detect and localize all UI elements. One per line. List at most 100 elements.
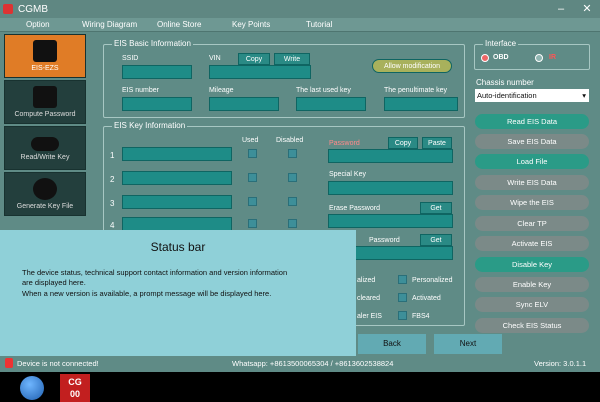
last-used-key-field[interactable] [296, 97, 366, 111]
key-1-used-checkbox[interactable] [248, 149, 257, 158]
car-key-icon [31, 137, 59, 151]
sidebar-item-label: Read/Write Key [20, 154, 70, 161]
obd-radio[interactable] [481, 54, 489, 62]
eis-basic-group: EIS Basic Information SSID VIN Copy Writ… [103, 39, 465, 118]
key-2-disabled-checkbox[interactable] [288, 173, 297, 182]
sidebar-item-label: EIS-EZS [31, 65, 59, 72]
initialized-label: alized [357, 277, 376, 284]
key-4-used-checkbox[interactable] [248, 219, 257, 228]
ecu-module-icon [33, 40, 57, 62]
penultimate-key-label: The penultimate key [384, 87, 448, 94]
tooltip-title: Status bar [150, 240, 206, 254]
personalized-label: Personalized [412, 277, 453, 284]
chassis-select[interactable]: Auto-identification ▾ [475, 89, 589, 102]
tooltip-line-1: The device status, technical support con… [22, 268, 288, 277]
fbs4-label: FBS4 [412, 313, 430, 320]
taskbar: CG 00 [0, 372, 600, 402]
close-button[interactable]: ✕ [576, 0, 598, 18]
eis-number-label: EIS number [122, 87, 159, 94]
check-eis-status-button[interactable]: Check EIS Status [475, 318, 589, 333]
cgmb-app-icon[interactable]: CG 00 [60, 374, 90, 402]
sidebar-item-generate-key-file[interactable]: Generate Key File [4, 172, 86, 216]
interface-group: Interface OBD IR [474, 39, 590, 70]
chassis-select-value: Auto-identification [477, 91, 537, 100]
eis-number-field[interactable] [122, 97, 192, 111]
special-key-field[interactable] [328, 181, 453, 195]
sync-elv-button[interactable]: Sync ELV [475, 297, 589, 312]
password-2-get-button[interactable]: Get [420, 234, 452, 246]
eis-key-title: EIS Key Information [112, 121, 188, 130]
key-row-number: 2 [110, 175, 115, 184]
enable-key-button[interactable]: Enable Key [475, 277, 589, 292]
status-bar: Device is not connected! Whatsapp: +8613… [0, 356, 600, 372]
sidebar-item-eis-ezs[interactable]: EIS-EZS [4, 34, 86, 78]
vin-field[interactable] [209, 65, 311, 79]
sidebar-item-compute-password[interactable]: Compute Password [4, 80, 86, 124]
write-eis-data-button[interactable]: Write EIS Data [475, 175, 589, 190]
cgmb-app-label-top: CG [68, 377, 82, 387]
menu-key-points[interactable]: Key Points [232, 18, 270, 32]
sidebar-item-label: Generate Key File [16, 203, 74, 210]
key-3-used-checkbox[interactable] [248, 197, 257, 206]
minimize-button[interactable]: – [550, 0, 572, 18]
key-4-disabled-checkbox[interactable] [288, 219, 297, 228]
erase-password-get-button[interactable]: Get [420, 202, 452, 214]
menu-online-store[interactable]: Online Store [157, 18, 201, 32]
wipe-eis-button[interactable]: Wipe the EIS [475, 195, 589, 210]
save-eis-data-button[interactable]: Save EIS Data [475, 134, 589, 149]
app-window: CGMB – ✕ Option Wiring Diagram Online St… [0, 0, 600, 372]
contact-info: Whatsapp: +8613500065304 / +861360253882… [232, 359, 394, 368]
activate-eis-button[interactable]: Activate EIS [475, 236, 589, 251]
dealer-eis-label: aler EIS [357, 313, 382, 320]
menu-wiring-diagram[interactable]: Wiring Diagram [82, 18, 137, 32]
disable-key-button[interactable]: Disable Key [475, 257, 589, 272]
password-2-field[interactable] [354, 246, 453, 260]
menu-option[interactable]: Option [26, 18, 50, 32]
vin-copy-button[interactable]: Copy [238, 53, 270, 65]
status-bar-tooltip: Status bar The device status, technical … [0, 230, 356, 356]
read-eis-data-button[interactable]: Read EIS Data [475, 114, 589, 129]
allow-modification-toggle[interactable]: Allow modification [372, 59, 452, 73]
key-4-field[interactable] [122, 217, 232, 231]
app-logo-icon [3, 4, 13, 14]
key-1-disabled-checkbox[interactable] [288, 149, 297, 158]
mileage-field[interactable] [209, 97, 279, 111]
start-globe-icon[interactable] [20, 376, 44, 400]
personalized-checkbox[interactable] [398, 275, 407, 284]
special-key-label: Special Key [329, 171, 366, 178]
lock-icon [5, 358, 13, 368]
key-row-number: 4 [110, 221, 115, 230]
chevron-down-icon: ▾ [582, 91, 586, 100]
ssid-field[interactable] [122, 65, 192, 79]
activated-checkbox[interactable] [398, 293, 407, 302]
password-copy-button[interactable]: Copy [388, 137, 418, 149]
key-1-field[interactable] [122, 147, 232, 161]
key-3-field[interactable] [122, 195, 232, 209]
load-file-button[interactable]: Load File [475, 154, 589, 169]
ir-radio[interactable] [535, 54, 543, 62]
title-bar: CGMB – ✕ [0, 0, 600, 18]
penultimate-key-field[interactable] [384, 97, 458, 111]
eis-basic-title: EIS Basic Information [112, 39, 193, 48]
next-button[interactable]: Next [434, 334, 502, 354]
sidebar-item-read-write-key[interactable]: Read/Write Key [4, 126, 86, 170]
erase-password-field[interactable] [328, 214, 453, 228]
cgmb-app-label-bottom: 00 [69, 389, 80, 399]
ssid-label: SSID [122, 55, 139, 62]
key-2-used-checkbox[interactable] [248, 173, 257, 182]
password-label: Password [329, 140, 360, 147]
key-2-field[interactable] [122, 171, 232, 185]
obd-label: OBD [493, 54, 509, 61]
fbs4-checkbox[interactable] [398, 311, 407, 320]
password-paste-button[interactable]: Paste [422, 137, 452, 149]
password-field[interactable] [328, 149, 453, 163]
clear-tp-button[interactable]: Clear TP [475, 216, 589, 231]
key-3-disabled-checkbox[interactable] [288, 197, 297, 206]
tooltip-line-3: When a new version is available, a promp… [22, 289, 272, 298]
used-column-label: Used [242, 137, 259, 144]
vin-label: VIN [209, 55, 221, 62]
menu-tutorial[interactable]: Tutorial [306, 18, 332, 32]
back-button[interactable]: Back [358, 334, 426, 354]
vin-write-button[interactable]: Write [274, 53, 310, 65]
last-used-key-label: The last used key [296, 87, 351, 94]
